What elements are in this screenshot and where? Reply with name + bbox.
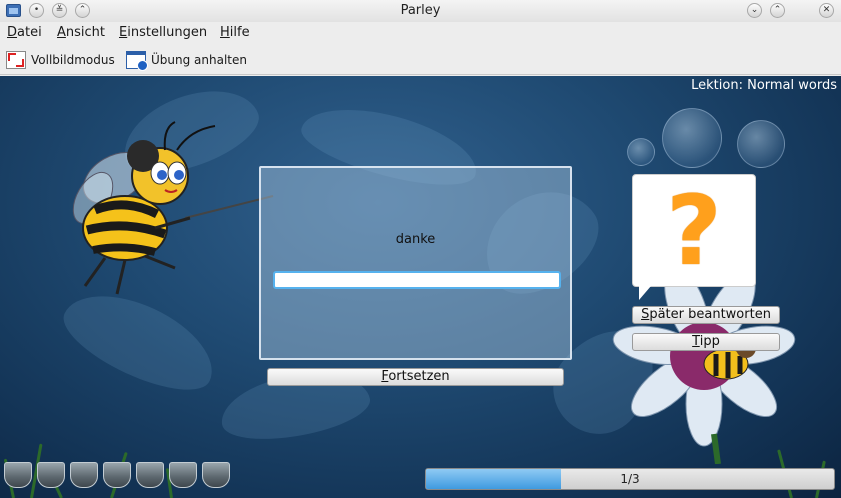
pause-practice-button[interactable]: Übung anhalten [126, 49, 247, 71]
menu-hilfe[interactable]: Hilfe [220, 25, 250, 40]
hint-button[interactable]: Tipp [632, 333, 780, 351]
decorative-bubble [662, 108, 722, 168]
menu-bar: Datei Ansicht Einstellungen Hilfe [0, 22, 841, 44]
flower-bee-illustration [612, 266, 796, 464]
menu-einstellungen[interactable]: Einstellungen [119, 25, 207, 40]
attempt-cup-icon [70, 462, 98, 488]
answer-input[interactable] [273, 271, 561, 289]
pause-practice-label: Übung anhalten [151, 53, 247, 67]
hint-speech-bubble: ? [632, 174, 756, 300]
toolbar: Vollbildmodus Übung anhalten [0, 44, 841, 75]
lesson-label: Lektion: Normal words [691, 78, 837, 93]
attempt-cup-icon [136, 462, 164, 488]
attempt-cup-icon [169, 462, 197, 488]
window-title: Parley [400, 3, 441, 18]
bee-teacher-illustration [72, 121, 274, 295]
decorative-bubble [737, 120, 785, 168]
answer-later-button[interactable]: Später beantworten [632, 306, 780, 324]
maximize-button[interactable]: ⌃ [770, 3, 785, 18]
fullscreen-button[interactable]: Vollbildmodus [6, 49, 115, 71]
progress-text: 1/3 [620, 472, 640, 486]
practice-area: Lektion: Normal words danke Fortsetzen ?… [0, 76, 841, 498]
close-button[interactable]: ✕ [819, 3, 834, 18]
menu-ansicht[interactable]: Ansicht [57, 25, 105, 40]
attempt-cup-icon [202, 462, 230, 488]
pause-practice-icon [126, 51, 148, 71]
fullscreen-icon [6, 51, 26, 69]
menu-datei[interactable]: Datei [7, 25, 42, 40]
continue-button[interactable]: Fortsetzen [267, 368, 564, 386]
title-bar: • ≚ ⌃ Parley ⌄ ⌃ ✕ [0, 0, 841, 22]
minimize-button[interactable]: ⌄ [747, 3, 762, 18]
attempt-cup-icon [37, 462, 65, 488]
attempt-cup-icon [4, 462, 32, 488]
progress-bar: 1/3 [425, 468, 835, 490]
decorative-bubble [627, 138, 655, 166]
fullscreen-label: Vollbildmodus [31, 53, 115, 67]
attempt-cup-icon [103, 462, 131, 488]
question-word: danke [395, 232, 436, 247]
question-card: danke [259, 166, 572, 360]
question-mark-icon: ? [666, 175, 722, 287]
